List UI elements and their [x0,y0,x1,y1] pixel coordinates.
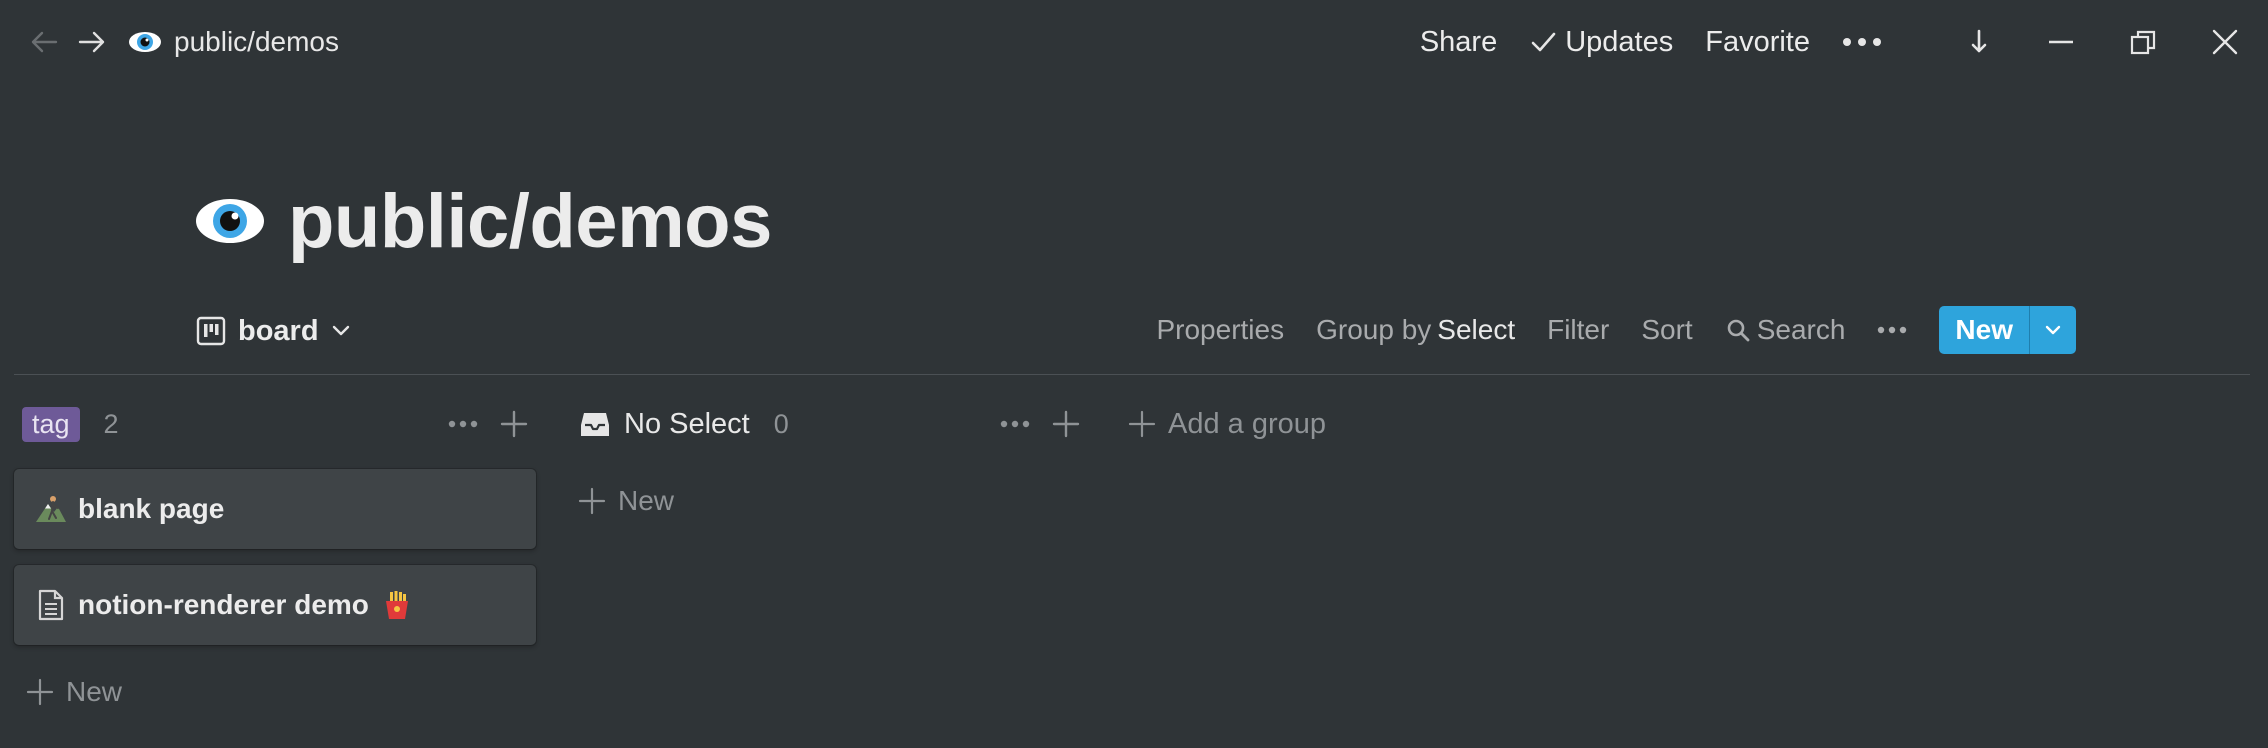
add-card-button[interactable]: New [578,485,674,517]
group-count: 2 [103,408,119,439]
card-title-text: blank page [78,493,225,524]
view-more-button[interactable] [1861,304,1923,356]
board-card[interactable]: notion-renderer demo [14,565,536,645]
top-bar: public/demos Share Updates Favorite [0,0,2268,84]
arrow-left-icon [31,31,58,53]
search-button[interactable]: Search [1709,304,1862,356]
eye-icon [129,32,161,52]
inbox-icon [581,413,609,436]
plus-icon[interactable] [500,410,528,438]
view-selector[interactable]: board [196,306,351,356]
notion-window: public/demos Share Updates Favorite publ… [0,0,2268,748]
add-card-button[interactable]: New [26,676,122,708]
page-icon [34,588,68,622]
new-button-group: New [1939,306,2076,354]
group-by-prefix: Group by [1316,314,1432,345]
group-tag-actions [448,402,528,446]
arrow-right-icon [78,31,105,53]
group-no-select-actions [1000,402,1080,446]
page-header: public/demos [194,166,772,276]
minimize-button[interactable] [2020,0,2102,84]
board-group-header-no-select[interactable]: No Select 0 [580,402,789,446]
plus-icon [1128,410,1156,438]
breadcrumb[interactable]: public/demos [128,22,339,62]
add-group-label: Add a group [1168,407,1327,440]
restore-button[interactable] [2102,0,2184,84]
check-icon [1531,32,1556,52]
eye-icon[interactable] [194,196,266,246]
sort-label: Sort [1641,314,1693,345]
ellipsis-icon [1878,326,1907,334]
add-card-label: New [66,676,123,707]
board-card[interactable]: blank page [14,469,536,549]
filter-button[interactable]: Filter [1531,304,1625,356]
group-by-value: Select [1437,314,1516,345]
add-card-label: New [618,485,675,516]
ellipsis-icon[interactable] [1000,420,1030,428]
card-title: blank page [78,493,224,525]
back-button[interactable] [24,22,64,62]
share-label: Share [1419,25,1498,58]
fries-icon [385,591,408,619]
updates-button[interactable]: Updates [1513,0,1689,84]
favorite-label: Favorite [1705,25,1810,58]
restore-icon [2130,30,2156,55]
download-icon [1971,29,1987,53]
close-button[interactable] [2184,0,2266,84]
minimize-icon [2049,40,2073,44]
card-title: notion-renderer demo [78,589,411,621]
download-button[interactable] [1938,0,2020,84]
add-group-button[interactable]: Add a group [1128,402,1326,446]
group-tag-pill: tag [22,406,80,442]
group-count: 0 [773,408,789,439]
favorite-button[interactable]: Favorite [1689,0,1826,84]
search-label: Search [1756,314,1846,345]
group-name: No Select [624,407,750,440]
plus-icon [578,487,606,515]
plus-icon[interactable] [1052,410,1080,438]
breadcrumb-label: public/demos [174,26,339,57]
chevron-down-icon [2045,325,2061,335]
card-title-text: notion-renderer demo [78,589,369,620]
search-icon [1727,319,1750,342]
plus-icon [26,678,54,706]
top-actions: Share Updates Favorite [1404,0,2268,84]
divider [14,374,2250,375]
chevron-down-icon [332,325,349,336]
new-dropdown-button[interactable] [2029,306,2076,354]
sort-button[interactable]: Sort [1625,304,1708,356]
updates-label: Updates [1565,25,1674,58]
properties-label: Properties [1156,314,1285,345]
hiker-icon [34,492,68,526]
board-icon [196,316,226,346]
filter-label: Filter [1547,314,1610,345]
view-name: board [238,314,319,347]
view-toolbar: Properties Group by Select Filter Sort S… [1140,304,2076,356]
properties-button[interactable]: Properties [1140,304,1300,356]
more-button[interactable] [1826,0,1938,84]
group-by-button[interactable]: Group by Select [1300,304,1531,356]
ellipsis-icon[interactable] [448,420,478,428]
new-button[interactable]: New [1939,306,2029,354]
board-group-header-tag[interactable]: tag 2 [22,402,119,446]
share-button[interactable]: Share [1404,0,1513,84]
close-icon [2212,29,2238,55]
page-title[interactable]: public/demos [288,178,772,265]
forward-button[interactable] [72,22,112,62]
ellipsis-icon [1843,38,1881,46]
